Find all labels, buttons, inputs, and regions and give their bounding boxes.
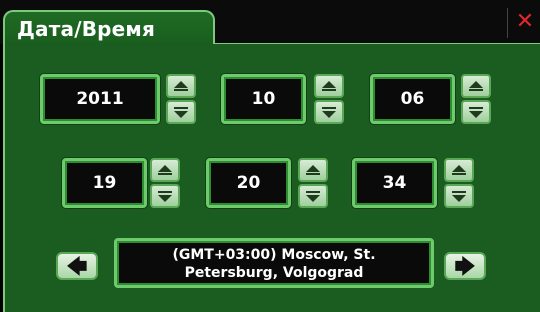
arrow-bar xyxy=(158,191,172,193)
arrow-left-icon: 🡄 xyxy=(66,254,88,278)
timezone-line-2: Petersburg, Volgograd xyxy=(184,265,364,281)
arrow-up-icon xyxy=(469,81,483,88)
arrow-up-icon xyxy=(158,165,172,172)
page-title: Дата/Время xyxy=(17,17,156,41)
arrow-bar xyxy=(174,89,188,91)
year-down-button[interactable] xyxy=(166,100,196,124)
arrow-down-icon xyxy=(452,195,466,202)
arrow-up-icon xyxy=(174,81,188,88)
timezone-field[interactable]: (GMT+03:00) Moscow, St. Petersburg, Volg… xyxy=(114,238,434,288)
year-up-button[interactable] xyxy=(166,74,196,98)
arrow-down-icon xyxy=(306,195,320,202)
timezone-text: (GMT+03:00) Moscow, St. Petersburg, Volg… xyxy=(117,241,431,282)
minute-up-button[interactable] xyxy=(298,158,328,182)
hour-down-button[interactable] xyxy=(150,184,180,208)
year-field[interactable]: 2011 xyxy=(40,74,160,124)
arrow-down-icon xyxy=(469,111,483,118)
hour-up-button[interactable] xyxy=(150,158,180,182)
arrow-bar xyxy=(158,173,172,175)
prev-timezone-button[interactable]: 🡄 xyxy=(56,252,98,280)
arrow-bar xyxy=(452,191,466,193)
hour-field[interactable]: 19 xyxy=(62,158,147,208)
arrow-up-icon xyxy=(322,81,336,88)
month-down-button[interactable] xyxy=(314,100,344,124)
day-down-button[interactable] xyxy=(461,100,491,124)
arrow-right-icon: 🡆 xyxy=(454,254,476,278)
day-up-button[interactable] xyxy=(461,74,491,98)
arrow-down-icon xyxy=(158,195,172,202)
arrow-bar xyxy=(306,191,320,193)
arrow-bar xyxy=(174,107,188,109)
timezone-line-1: (GMT+03:00) Moscow, St. xyxy=(172,247,376,263)
arrow-down-icon xyxy=(174,111,188,118)
second-field[interactable]: 34 xyxy=(352,158,437,208)
day-field[interactable]: 06 xyxy=(370,74,455,124)
arrow-down-icon xyxy=(322,111,336,118)
close-icon[interactable]: ✕ xyxy=(512,8,538,36)
arrow-bar xyxy=(322,107,336,109)
arrow-bar xyxy=(469,107,483,109)
arrow-up-icon xyxy=(452,165,466,172)
arrow-bar xyxy=(306,173,320,175)
second-down-button[interactable] xyxy=(444,184,474,208)
second-up-button[interactable] xyxy=(444,158,474,182)
arrow-bar xyxy=(469,89,483,91)
title-tab: Дата/Время xyxy=(3,10,215,44)
arrow-bar xyxy=(322,89,336,91)
arrow-up-icon xyxy=(306,165,320,172)
arrow-bar xyxy=(452,173,466,175)
close-separator xyxy=(507,8,508,38)
month-field[interactable]: 10 xyxy=(221,74,306,124)
next-timezone-button[interactable]: 🡆 xyxy=(444,252,486,280)
month-up-button[interactable] xyxy=(314,74,344,98)
minute-field[interactable]: 20 xyxy=(206,158,291,208)
minute-down-button[interactable] xyxy=(298,184,328,208)
